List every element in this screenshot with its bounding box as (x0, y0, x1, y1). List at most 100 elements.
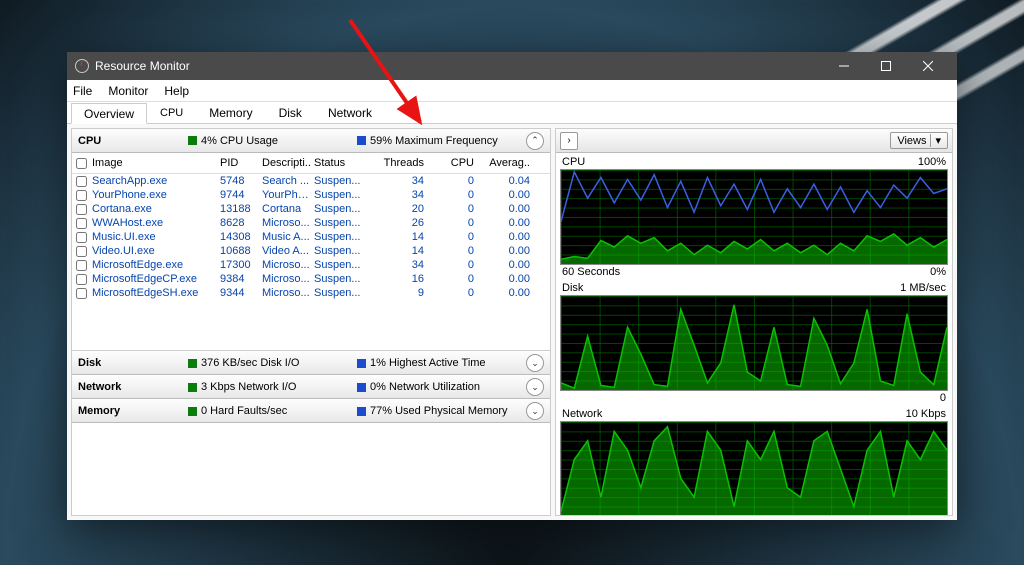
cell-cpu: 0 (426, 287, 476, 299)
cell-status: Suspen... (312, 231, 366, 243)
maximize-button[interactable] (865, 52, 907, 80)
chart-cpu: CPU100% 60 Seconds0% (560, 155, 948, 279)
cell-threads: 34 (366, 175, 426, 187)
cpu-collapse-button[interactable]: ⌃ (526, 132, 544, 150)
close-button[interactable] (907, 52, 949, 80)
tab-overview[interactable]: Overview (71, 103, 147, 124)
views-dropdown[interactable]: Views▾ (890, 132, 948, 149)
cell-image: MicrosoftEdge.exe (90, 259, 218, 271)
col-threads[interactable]: Threads (366, 157, 426, 169)
cell-image: Cortana.exe (90, 203, 218, 215)
left-panel-empty (72, 423, 550, 515)
cell-avg: 0.00 (476, 245, 532, 257)
cell-pid: 9344 (218, 287, 260, 299)
titlebar[interactable]: Resource Monitor (67, 52, 957, 80)
net-io-swatch (188, 383, 197, 392)
col-pid[interactable]: PID (218, 157, 260, 169)
table-row[interactable]: MicrosoftEdgeSH.exe9344Microso...Suspen.… (72, 286, 550, 300)
chart-cpu-title: CPU (562, 156, 585, 168)
cell-threads: 9 (366, 287, 426, 299)
table-header-row: Image PID Descripti.. Status Threads CPU… (72, 153, 550, 174)
cpu-section-header[interactable]: CPU 4% CPU Usage 59% Maximum Frequency ⌃ (72, 129, 550, 153)
cell-avg: 0.04 (476, 175, 532, 187)
network-expand-button[interactable]: ⌄ (526, 378, 544, 396)
menu-monitor[interactable]: Monitor (108, 84, 148, 98)
row-checkbox[interactable] (76, 204, 87, 215)
table-row[interactable]: Video.UI.exe10688Video A...Suspen...1400… (72, 244, 550, 258)
table-row[interactable]: SearchApp.exe5748Search ...Suspen...3400… (72, 174, 550, 188)
cell-desc: Microso... (260, 273, 312, 285)
chart-network-title: Network (562, 408, 602, 420)
network-section-title: Network (78, 381, 188, 393)
cell-image: SearchApp.exe (90, 175, 218, 187)
row-checkbox[interactable] (76, 190, 87, 201)
minimize-button[interactable] (823, 52, 865, 80)
cell-image: Music.UI.exe (90, 231, 218, 243)
app-icon (75, 59, 89, 73)
chart-disk-title: Disk (562, 282, 583, 294)
cpu-section-title: CPU (78, 135, 188, 147)
chevron-down-icon: ▾ (930, 134, 941, 147)
collapse-charts-button[interactable]: › (560, 132, 578, 150)
chart-network: Network10 Kbps (560, 407, 948, 515)
col-image[interactable]: Image (90, 157, 218, 169)
table-row[interactable]: YourPhone.exe9744YourPho...Suspen...3400… (72, 188, 550, 202)
menu-file[interactable]: File (73, 84, 92, 98)
row-checkbox[interactable] (76, 176, 87, 187)
table-row[interactable]: WWAHost.exe8628Microso...Suspen...2600.0… (72, 216, 550, 230)
cell-threads: 34 (366, 189, 426, 201)
cpu-usage-label: 4% CPU Usage (201, 135, 278, 147)
cell-cpu: 0 (426, 245, 476, 257)
cell-status: Suspen... (312, 273, 366, 285)
cell-status: Suspen... (312, 203, 366, 215)
memory-section-header[interactable]: Memory 0 Hard Faults/sec 77% Used Physic… (72, 399, 550, 423)
charts-container[interactable]: CPU100% 60 Seconds0% Disk1 MB/sec 0 (556, 153, 952, 515)
tab-cpu[interactable]: CPU (147, 102, 196, 123)
col-status[interactable]: Status (312, 157, 366, 169)
tab-disk[interactable]: Disk (266, 102, 315, 123)
chart-cpu-min: 0% (930, 266, 946, 278)
row-checkbox[interactable] (76, 288, 87, 299)
mem-faults-swatch (188, 407, 197, 416)
row-checkbox[interactable] (76, 260, 87, 271)
table-row[interactable]: Music.UI.exe14308Music A...Suspen...1400… (72, 230, 550, 244)
disk-expand-button[interactable]: ⌄ (526, 354, 544, 372)
left-panel: CPU 4% CPU Usage 59% Maximum Frequency ⌃… (71, 128, 551, 516)
menu-help[interactable]: Help (164, 84, 189, 98)
col-cpu[interactable]: CPU (426, 157, 476, 169)
cell-image: MicrosoftEdgeCP.exe (90, 273, 218, 285)
disk-active-label: 1% Highest Active Time (370, 357, 486, 369)
cell-avg: 0.00 (476, 273, 532, 285)
cell-avg: 0.00 (476, 217, 532, 229)
cell-threads: 34 (366, 259, 426, 271)
select-all-checkbox[interactable] (76, 158, 87, 169)
cell-desc: Microso... (260, 287, 312, 299)
network-section-header[interactable]: Network 3 Kbps Network I/O 0% Network Ut… (72, 375, 550, 399)
cell-threads: 16 (366, 273, 426, 285)
col-avg[interactable]: Averag.. (476, 157, 532, 169)
cell-desc: Video A... (260, 245, 312, 257)
cell-desc: Music A... (260, 231, 312, 243)
table-row[interactable]: MicrosoftEdge.exe17300Microso...Suspen..… (72, 258, 550, 272)
table-row[interactable]: Cortana.exe13188CortanaSuspen...2000.00 (72, 202, 550, 216)
cell-cpu: 0 (426, 203, 476, 215)
row-checkbox[interactable] (76, 274, 87, 285)
memory-expand-button[interactable]: ⌄ (526, 402, 544, 420)
mem-faults-label: 0 Hard Faults/sec (201, 405, 287, 417)
cell-pid: 13188 (218, 203, 260, 215)
chart-cpu-surface (560, 169, 948, 265)
cell-desc: Cortana (260, 203, 312, 215)
menubar: File Monitor Help (67, 80, 957, 102)
cell-pid: 10688 (218, 245, 260, 257)
col-desc[interactable]: Descripti.. (260, 157, 312, 169)
row-checkbox[interactable] (76, 246, 87, 257)
row-checkbox[interactable] (76, 218, 87, 229)
tab-memory[interactable]: Memory (196, 102, 265, 123)
cell-pid: 5748 (218, 175, 260, 187)
row-checkbox[interactable] (76, 232, 87, 243)
disk-section-header[interactable]: Disk 376 KB/sec Disk I/O 1% Highest Acti… (72, 351, 550, 375)
disk-section-title: Disk (78, 357, 188, 369)
cell-cpu: 0 (426, 189, 476, 201)
table-row[interactable]: MicrosoftEdgeCP.exe9384Microso...Suspen.… (72, 272, 550, 286)
chart-cpu-xlabel: 60 Seconds (562, 266, 620, 278)
